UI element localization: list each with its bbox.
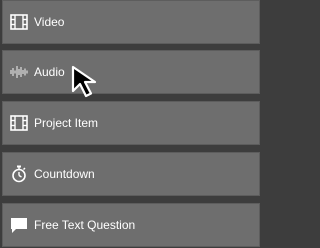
mouse-cursor-icon	[71, 65, 97, 98]
film-icon	[10, 114, 28, 132]
menu-item-free-text-question[interactable]: Free Text Question	[2, 203, 260, 247]
menu-item-label: Project Item	[34, 116, 99, 130]
menu-item-project-item[interactable]: Project Item	[2, 101, 260, 145]
stopwatch-icon	[10, 165, 28, 183]
menu-item-audio[interactable]: Audio	[2, 50, 260, 94]
audio-waveform-icon	[10, 63, 28, 81]
menu-item-countdown[interactable]: Countdown	[2, 152, 260, 196]
menu-item-label: Video	[34, 15, 65, 29]
film-icon	[10, 13, 28, 31]
menu-item-label: Free Text Question	[34, 218, 136, 232]
menu-item-label: Audio	[34, 65, 65, 79]
menu-item-label: Countdown	[34, 167, 95, 181]
speech-bubble-icon	[10, 216, 28, 234]
menu-item-video[interactable]: Video	[2, 0, 260, 44]
